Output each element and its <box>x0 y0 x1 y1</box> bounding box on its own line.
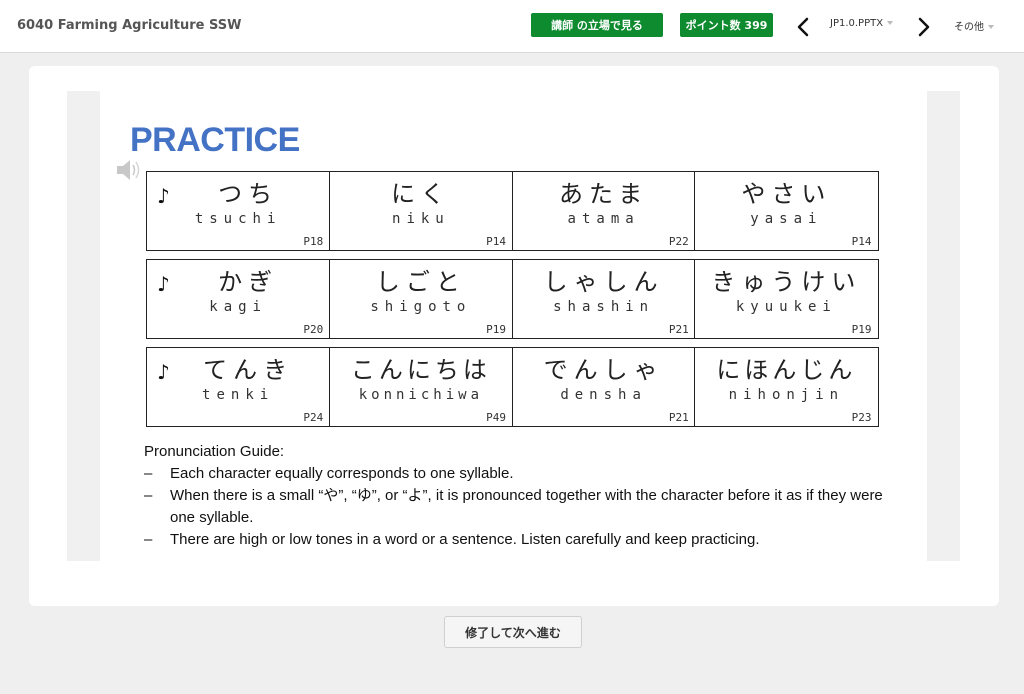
page-ref: P22 <box>668 235 689 248</box>
word-cell: にく niku P14 <box>328 171 513 251</box>
other-menu[interactable]: その他 <box>954 18 994 33</box>
kana: てんき <box>203 356 294 384</box>
kana: にほんじん <box>716 356 857 384</box>
word-cell: ♪ つち tsuchi P18 <box>146 171 331 251</box>
page-ref: P19 <box>486 323 506 336</box>
pronunciation-guide: Pronunciation Guide: Each character equa… <box>144 441 904 551</box>
guide-item: There are high or low tones in a word or… <box>144 529 904 551</box>
word-cell: しごと shigoto P19 <box>328 259 513 339</box>
word-cell: にほんじん nihonjin P23 <box>694 347 879 427</box>
page-ref: P21 <box>668 411 689 424</box>
page-ref: P18 <box>303 235 324 248</box>
caret-down-icon <box>988 25 994 29</box>
kana: きゅうけい <box>711 268 862 296</box>
speaker-icon[interactable] <box>114 155 144 185</box>
romaji: kagi <box>209 299 267 315</box>
kana: かぎ <box>218 268 279 296</box>
caret-down-icon <box>887 21 894 25</box>
page-ref: P14 <box>851 235 872 248</box>
word-cell: ♪ かぎ kagi P20 <box>146 259 331 339</box>
romaji: kyuukei <box>735 299 837 315</box>
page-ref: P20 <box>303 323 324 336</box>
romaji: yasai <box>750 211 823 227</box>
word-cell: やさい yasai P14 <box>694 171 879 251</box>
word-row: ♪ つち tsuchi P18 にく niku P14 あたま atama P2… <box>146 171 883 251</box>
kana: やさい <box>741 180 832 208</box>
word-cell: ♪ てんき tenki P24 <box>146 347 331 427</box>
finish-next-button[interactable]: 修了して次へ進む <box>444 616 582 648</box>
word-cell: でんしゃ densha P21 <box>511 347 696 427</box>
page-ref: P23 <box>851 411 872 424</box>
page-ref: P49 <box>486 411 506 424</box>
page-ref: P21 <box>668 323 689 336</box>
file-select[interactable]: JP1.0.PPTX <box>830 18 894 29</box>
course-title: 6040 Farming Agriculture SSW <box>17 18 242 33</box>
kana: つち <box>218 180 279 208</box>
guide-item: Each character equally corresponds to on… <box>144 463 904 485</box>
romaji: niku <box>392 211 450 227</box>
word-cell: あたま atama P22 <box>511 171 696 251</box>
chevron-right-icon[interactable] <box>917 16 931 38</box>
other-menu-label: その他 <box>954 22 984 33</box>
slide-viewer: PRACTICE ♪ つち tsuchi P18 にく niku P14 あたま… <box>67 91 960 561</box>
page-ref: P14 <box>486 235 506 248</box>
romaji: densha <box>560 387 647 403</box>
top-bar: 6040 Farming Agriculture SSW 講師 の立場で見る ポ… <box>0 0 1024 53</box>
slide-title: PRACTICE <box>130 121 300 159</box>
kana: しゃしん <box>543 268 664 296</box>
romaji: konnichiwa <box>358 387 484 403</box>
instructor-view-button[interactable]: 講師 の立場で見る <box>531 13 663 37</box>
slide: PRACTICE ♪ つち tsuchi P18 にく niku P14 あたま… <box>100 91 927 561</box>
chevron-left-icon[interactable] <box>796 16 810 38</box>
kana: にく <box>391 180 451 208</box>
page-ref: P19 <box>851 323 872 336</box>
word-cell: きゅうけい kyuukei P19 <box>694 259 879 339</box>
points-button[interactable]: ポイント数 399 <box>680 13 773 37</box>
romaji: atama <box>567 211 640 227</box>
page-ref: P24 <box>303 411 324 424</box>
word-row: ♪ かぎ kagi P20 しごと shigoto P19 しゃしん shash… <box>146 259 883 339</box>
guide-item: When there is a small “や”, “ゆ”, or “よ”, … <box>144 485 904 529</box>
kana: でんしゃ <box>543 356 664 384</box>
kana: こんにちは <box>350 356 491 384</box>
romaji: tsuchi <box>194 211 282 227</box>
kana: しごと <box>375 268 466 296</box>
word-row: ♪ てんき tenki P24 こんにちは konnichiwa P49 でんし… <box>146 347 883 427</box>
romaji: nihonjin <box>728 387 845 403</box>
romaji: tenki <box>202 387 275 403</box>
content-card: PRACTICE ♪ つち tsuchi P18 にく niku P14 あたま… <box>29 66 999 606</box>
romaji: shashin <box>553 299 655 315</box>
guide-title: Pronunciation Guide: <box>144 443 285 460</box>
file-name: JP1.0.PPTX <box>830 18 884 29</box>
word-cell: こんにちは konnichiwa P49 <box>328 347 513 427</box>
romaji: shigoto <box>370 299 472 315</box>
kana: あたま <box>558 180 649 208</box>
word-cell: しゃしん shashin P21 <box>511 259 696 339</box>
